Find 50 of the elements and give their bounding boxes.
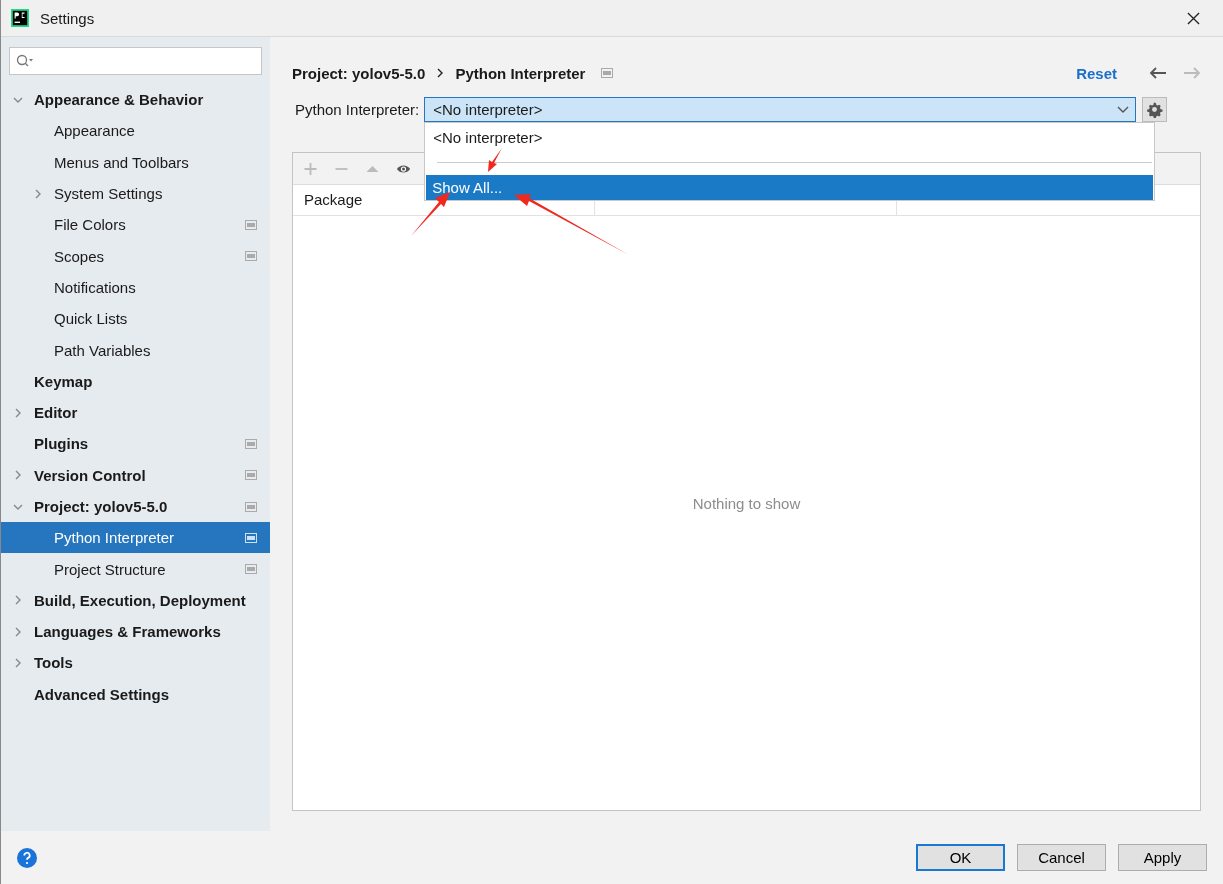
project-scope-icon [601, 68, 614, 78]
tree-item[interactable]: Appearance & Behavior [1, 84, 270, 116]
breadcrumb-item[interactable]: Project: yolov5-5.0 [292, 64, 426, 82]
tree-item[interactable]: Scopes [1, 240, 270, 272]
interpreter-label: Python Interpreter: [295, 101, 420, 118]
back-arrow-icon[interactable] [1149, 66, 1167, 80]
tree-item[interactable]: Appearance [1, 115, 270, 147]
add-icon[interactable] [303, 161, 318, 176]
tree-item[interactable]: Quick Lists [1, 303, 270, 335]
chevron-right-icon[interactable] [13, 470, 23, 481]
chevron-right-icon[interactable] [13, 626, 23, 637]
tree-item[interactable]: Python Interpreter [1, 522, 270, 554]
tree-item[interactable]: File Colors [1, 209, 270, 241]
tree-item[interactable]: Menus and Toolbars [1, 146, 270, 178]
search-field[interactable] [9, 47, 262, 75]
chevron-right-icon [437, 68, 444, 78]
window-title: Settings [40, 9, 95, 27]
tree-item[interactable]: Advanced Settings [1, 678, 270, 710]
tree-item[interactable]: Project Structure [1, 553, 270, 585]
dialog-button[interactable]: Cancel [1017, 844, 1106, 871]
tree-item[interactable]: System Settings [1, 177, 270, 210]
search-icon [16, 54, 34, 68]
chevron-right-icon[interactable] [33, 188, 43, 199]
tree-item[interactable]: Path Variables [1, 334, 270, 366]
tree-item[interactable]: Editor [1, 396, 270, 429]
help-icon[interactable] [17, 847, 37, 868]
tree-item[interactable]: Notifications [1, 271, 270, 304]
close-icon[interactable] [1187, 11, 1200, 25]
settings-button[interactable] [1142, 97, 1168, 122]
reset-link[interactable]: Reset [1076, 64, 1117, 82]
dialog-button[interactable]: OK [916, 844, 1005, 871]
tree-item[interactable]: Plugins [1, 428, 270, 460]
empty-message: Nothing to show [692, 494, 801, 512]
annotation-arrow [488, 148, 502, 172]
tree-item[interactable]: Languages & Frameworks [1, 616, 270, 648]
chevron-right-icon[interactable] [13, 595, 23, 606]
chevron-right-icon[interactable] [13, 658, 23, 668]
forward-arrow-icon[interactable] [1183, 66, 1201, 80]
tree-item[interactable]: Project: yolov5-5.0 [1, 490, 270, 523]
app-logo-icon [11, 9, 29, 27]
tree-item[interactable]: Build, Execution, Deployment [1, 584, 270, 617]
tree-item[interactable]: Tools [1, 647, 270, 679]
chevron-right-icon[interactable] [13, 407, 23, 418]
dropdown-option[interactable]: <No interpreter> [425, 125, 1155, 150]
chevron-down-icon [1117, 105, 1130, 114]
tree-item[interactable]: Version Control [1, 459, 270, 491]
dropdown-option[interactable]: Show All... [426, 175, 1154, 200]
breadcrumb-item: Python Interpreter [455, 64, 586, 82]
tree-item[interactable]: Keymap [1, 365, 270, 397]
dialog-button[interactable]: Apply [1118, 844, 1207, 871]
